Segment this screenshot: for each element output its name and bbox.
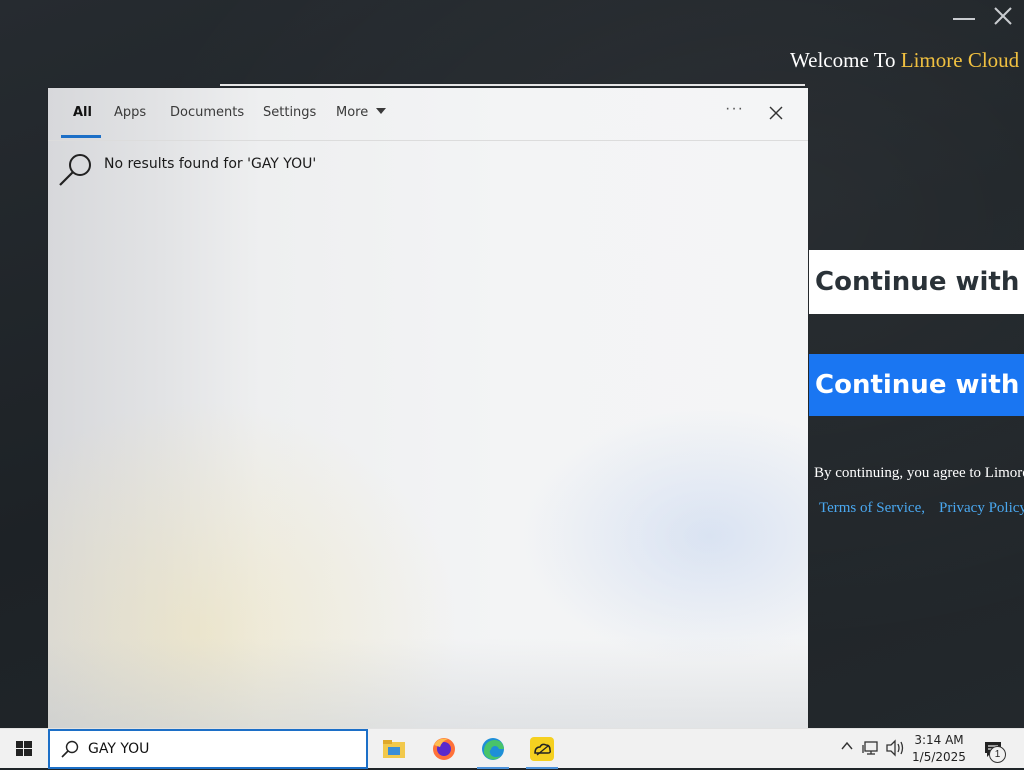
- continue-with-facebook-button[interactable]: Continue with Facebook: [809, 354, 1024, 416]
- taskbar-search-input[interactable]: GAY YOU: [48, 729, 368, 769]
- close-search-button[interactable]: [768, 105, 784, 121]
- tab-more-label: More: [336, 105, 369, 120]
- welcome-prefix: Welcome To: [790, 48, 901, 72]
- edge-icon: [482, 738, 504, 760]
- minimize-button[interactable]: [953, 6, 975, 30]
- agreement-text: By continuing, you agree to Limore Cloud…: [814, 465, 1024, 481]
- show-hidden-icons-button[interactable]: [840, 739, 854, 756]
- search-icon: [61, 740, 79, 758]
- notification-count-badge: 1: [989, 746, 1006, 763]
- file-explorer-icon: [383, 740, 405, 758]
- no-results-message: No results found for 'GAY YOU': [104, 156, 317, 172]
- chevron-up-icon: [841, 741, 853, 750]
- privacy-policy-link[interactable]: Privacy Policy: [939, 500, 1024, 517]
- search-panel: All Apps Documents Settings More ··· No …: [48, 88, 808, 728]
- tab-apps[interactable]: Apps: [114, 105, 146, 120]
- network-button[interactable]: [862, 739, 880, 757]
- more-options-icon[interactable]: ···: [725, 100, 744, 118]
- volume-button[interactable]: [885, 739, 905, 757]
- edge-button[interactable]: [475, 733, 511, 769]
- network-icon: [862, 741, 878, 755]
- clock[interactable]: 3:14 AM 1/5/2025: [905, 732, 973, 766]
- continue-with-google-button[interactable]: Continue with Google: [809, 250, 1024, 314]
- search-tabs: All Apps Documents Settings More ···: [48, 88, 808, 141]
- clock-date: 1/5/2025: [912, 750, 966, 764]
- brand-name: Limore Cloud: [900, 48, 1020, 72]
- close-window-button[interactable]: [993, 6, 1013, 32]
- welcome-heading: Welcome To Limore Cloud: [790, 48, 1019, 73]
- firefox-icon: [433, 738, 455, 760]
- terms-of-service-link[interactable]: Terms of Service,: [819, 500, 925, 517]
- clock-time: 3:14 AM: [914, 733, 964, 747]
- tab-settings[interactable]: Settings: [263, 105, 316, 120]
- divider: [220, 84, 805, 86]
- speaker-icon: [886, 739, 904, 757]
- taskbar: GAY YOU 3:14 AM 1/5/2025 1: [0, 728, 1024, 769]
- close-icon: [994, 7, 1012, 25]
- search-query: GAY YOU: [88, 741, 150, 757]
- file-explorer-button[interactable]: [376, 733, 412, 765]
- active-app-indicator: [477, 767, 509, 769]
- selected-tab-indicator: [61, 135, 101, 138]
- start-button[interactable]: [10, 737, 38, 761]
- tab-documents[interactable]: Documents: [170, 105, 244, 120]
- caret-down-icon: [376, 108, 387, 114]
- search-icon: [59, 154, 91, 186]
- limore-cloud-icon: [530, 737, 554, 761]
- limore-cloud-button[interactable]: [524, 733, 560, 769]
- firefox-button[interactable]: [426, 733, 462, 765]
- close-icon: [769, 106, 783, 120]
- tab-more[interactable]: More: [336, 105, 387, 120]
- windows-logo-icon: [16, 741, 32, 756]
- active-app-indicator: [526, 767, 558, 769]
- tab-all[interactable]: All: [73, 105, 92, 120]
